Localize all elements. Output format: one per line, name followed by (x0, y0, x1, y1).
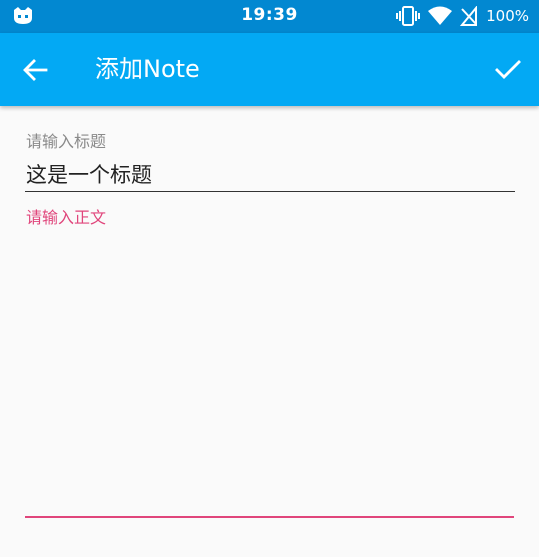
body-input[interactable] (25, 228, 514, 518)
arrow-back-icon[interactable] (20, 55, 50, 85)
body-field-label: 请输入正文 (26, 208, 107, 227)
title-field-label: 请输入标题 (26, 132, 107, 151)
status-bar: 19:39 100% (0, 0, 539, 33)
page-title: 添加Note (95, 55, 200, 83)
battery-text: 100% (486, 7, 529, 25)
title-input[interactable] (25, 156, 515, 192)
check-icon[interactable] (493, 55, 523, 85)
no-signal-icon (460, 6, 478, 26)
vibrate-icon (396, 6, 421, 26)
wifi-icon (428, 6, 453, 26)
app-bar: 添加Note (0, 33, 539, 106)
status-icons: 100% (396, 5, 529, 27)
